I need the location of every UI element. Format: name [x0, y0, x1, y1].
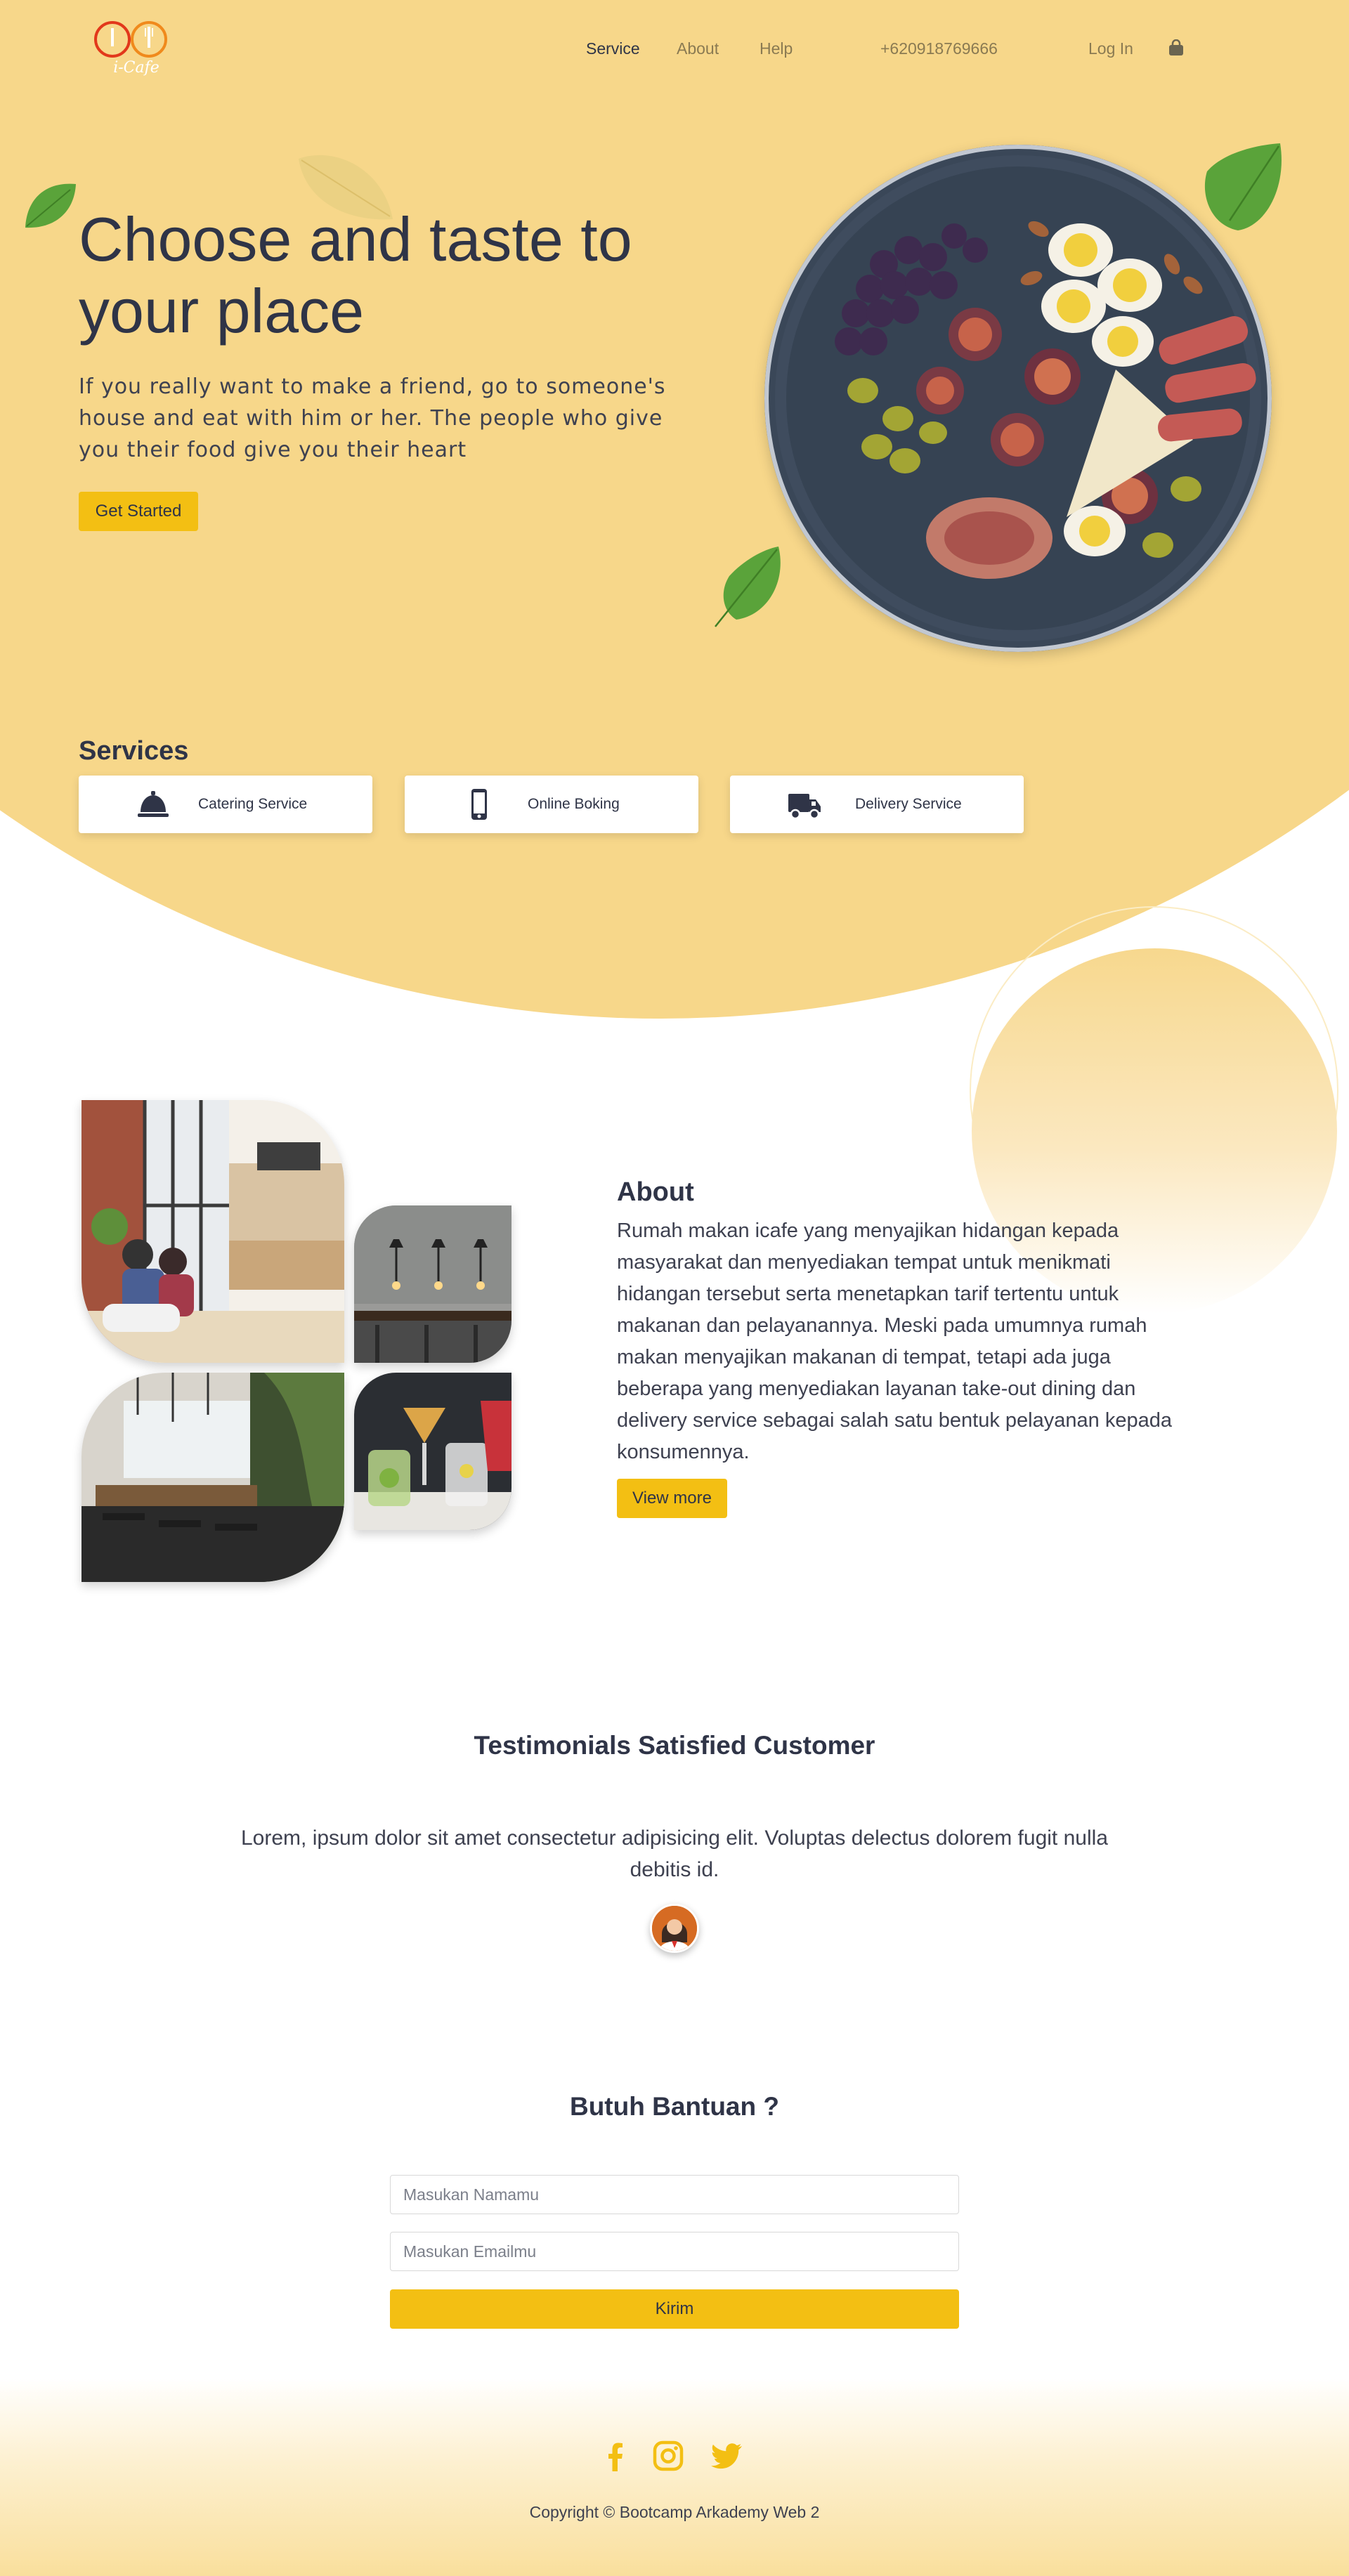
hero-description: If you really want to make a friend, go … — [79, 374, 666, 462]
mobile-phone-icon — [471, 789, 487, 820]
nav-help[interactable]: Help — [760, 39, 793, 58]
leaf-icon — [25, 183, 76, 228]
footer — [0, 2378, 1349, 2576]
login-link[interactable]: Log In — [1088, 39, 1133, 58]
nav-service[interactable]: Service — [586, 39, 640, 58]
service-card-catering[interactable]: Catering Service — [79, 776, 372, 833]
view-more-button[interactable]: View more — [617, 1479, 727, 1518]
about-title: About — [617, 1177, 694, 1207]
submit-button[interactable]: Kirim — [390, 2289, 959, 2329]
nav-phone: +620918769666 — [880, 39, 998, 58]
shopping-bag-icon[interactable] — [1168, 39, 1184, 56]
testimonials-title: Testimonials Satisfied Customer — [474, 1731, 875, 1760]
email-input[interactable] — [390, 2232, 959, 2271]
brand-logo[interactable]: i-Cafe — [91, 20, 176, 79]
nav-about[interactable]: About — [677, 39, 719, 58]
help-title: Butuh Bantuan ? — [569, 2092, 779, 2121]
logo-rings-icon — [94, 21, 167, 58]
testimonial-quote: Lorem, ipsum dolor sit amet consectetur … — [241, 1826, 1108, 1881]
service-label: Catering Service — [198, 796, 308, 812]
delivery-truck-icon — [788, 794, 821, 820]
hero-title: Choose and taste to your place — [79, 204, 632, 346]
service-card-online-booking[interactable]: Online Boking — [405, 776, 698, 833]
facebook-icon[interactable] — [599, 2439, 632, 2473]
get-started-button[interactable]: Get Started — [79, 492, 198, 531]
leaf-icon — [715, 547, 781, 627]
cafe-interior-photo — [82, 1100, 344, 1363]
leaf-icon — [1204, 143, 1282, 230]
food-plate-image — [764, 145, 1272, 652]
about-description: Rumah makan icafe yang menyajikan hidang… — [617, 1220, 1172, 1463]
services-title: Services — [79, 736, 189, 766]
cocktail-drinks-photo — [354, 1373, 511, 1530]
twitter-icon[interactable] — [710, 2439, 743, 2473]
restaurant-dining-photo — [82, 1373, 344, 1582]
name-input[interactable] — [390, 2175, 959, 2214]
cafe-bar-photo — [354, 1205, 511, 1363]
service-card-delivery[interactable]: Delivery Service — [730, 776, 1024, 833]
instagram-icon[interactable] — [651, 2439, 685, 2473]
customer-avatar — [650, 1904, 699, 1953]
service-label: Online Boking — [528, 796, 620, 812]
service-label: Delivery Service — [855, 796, 962, 812]
copyright-text: Copyright © Bootcamp Arkademy Web 2 — [529, 2503, 820, 2521]
service-bell-icon — [138, 791, 169, 817]
logo-text: i-Cafe — [113, 59, 159, 77]
